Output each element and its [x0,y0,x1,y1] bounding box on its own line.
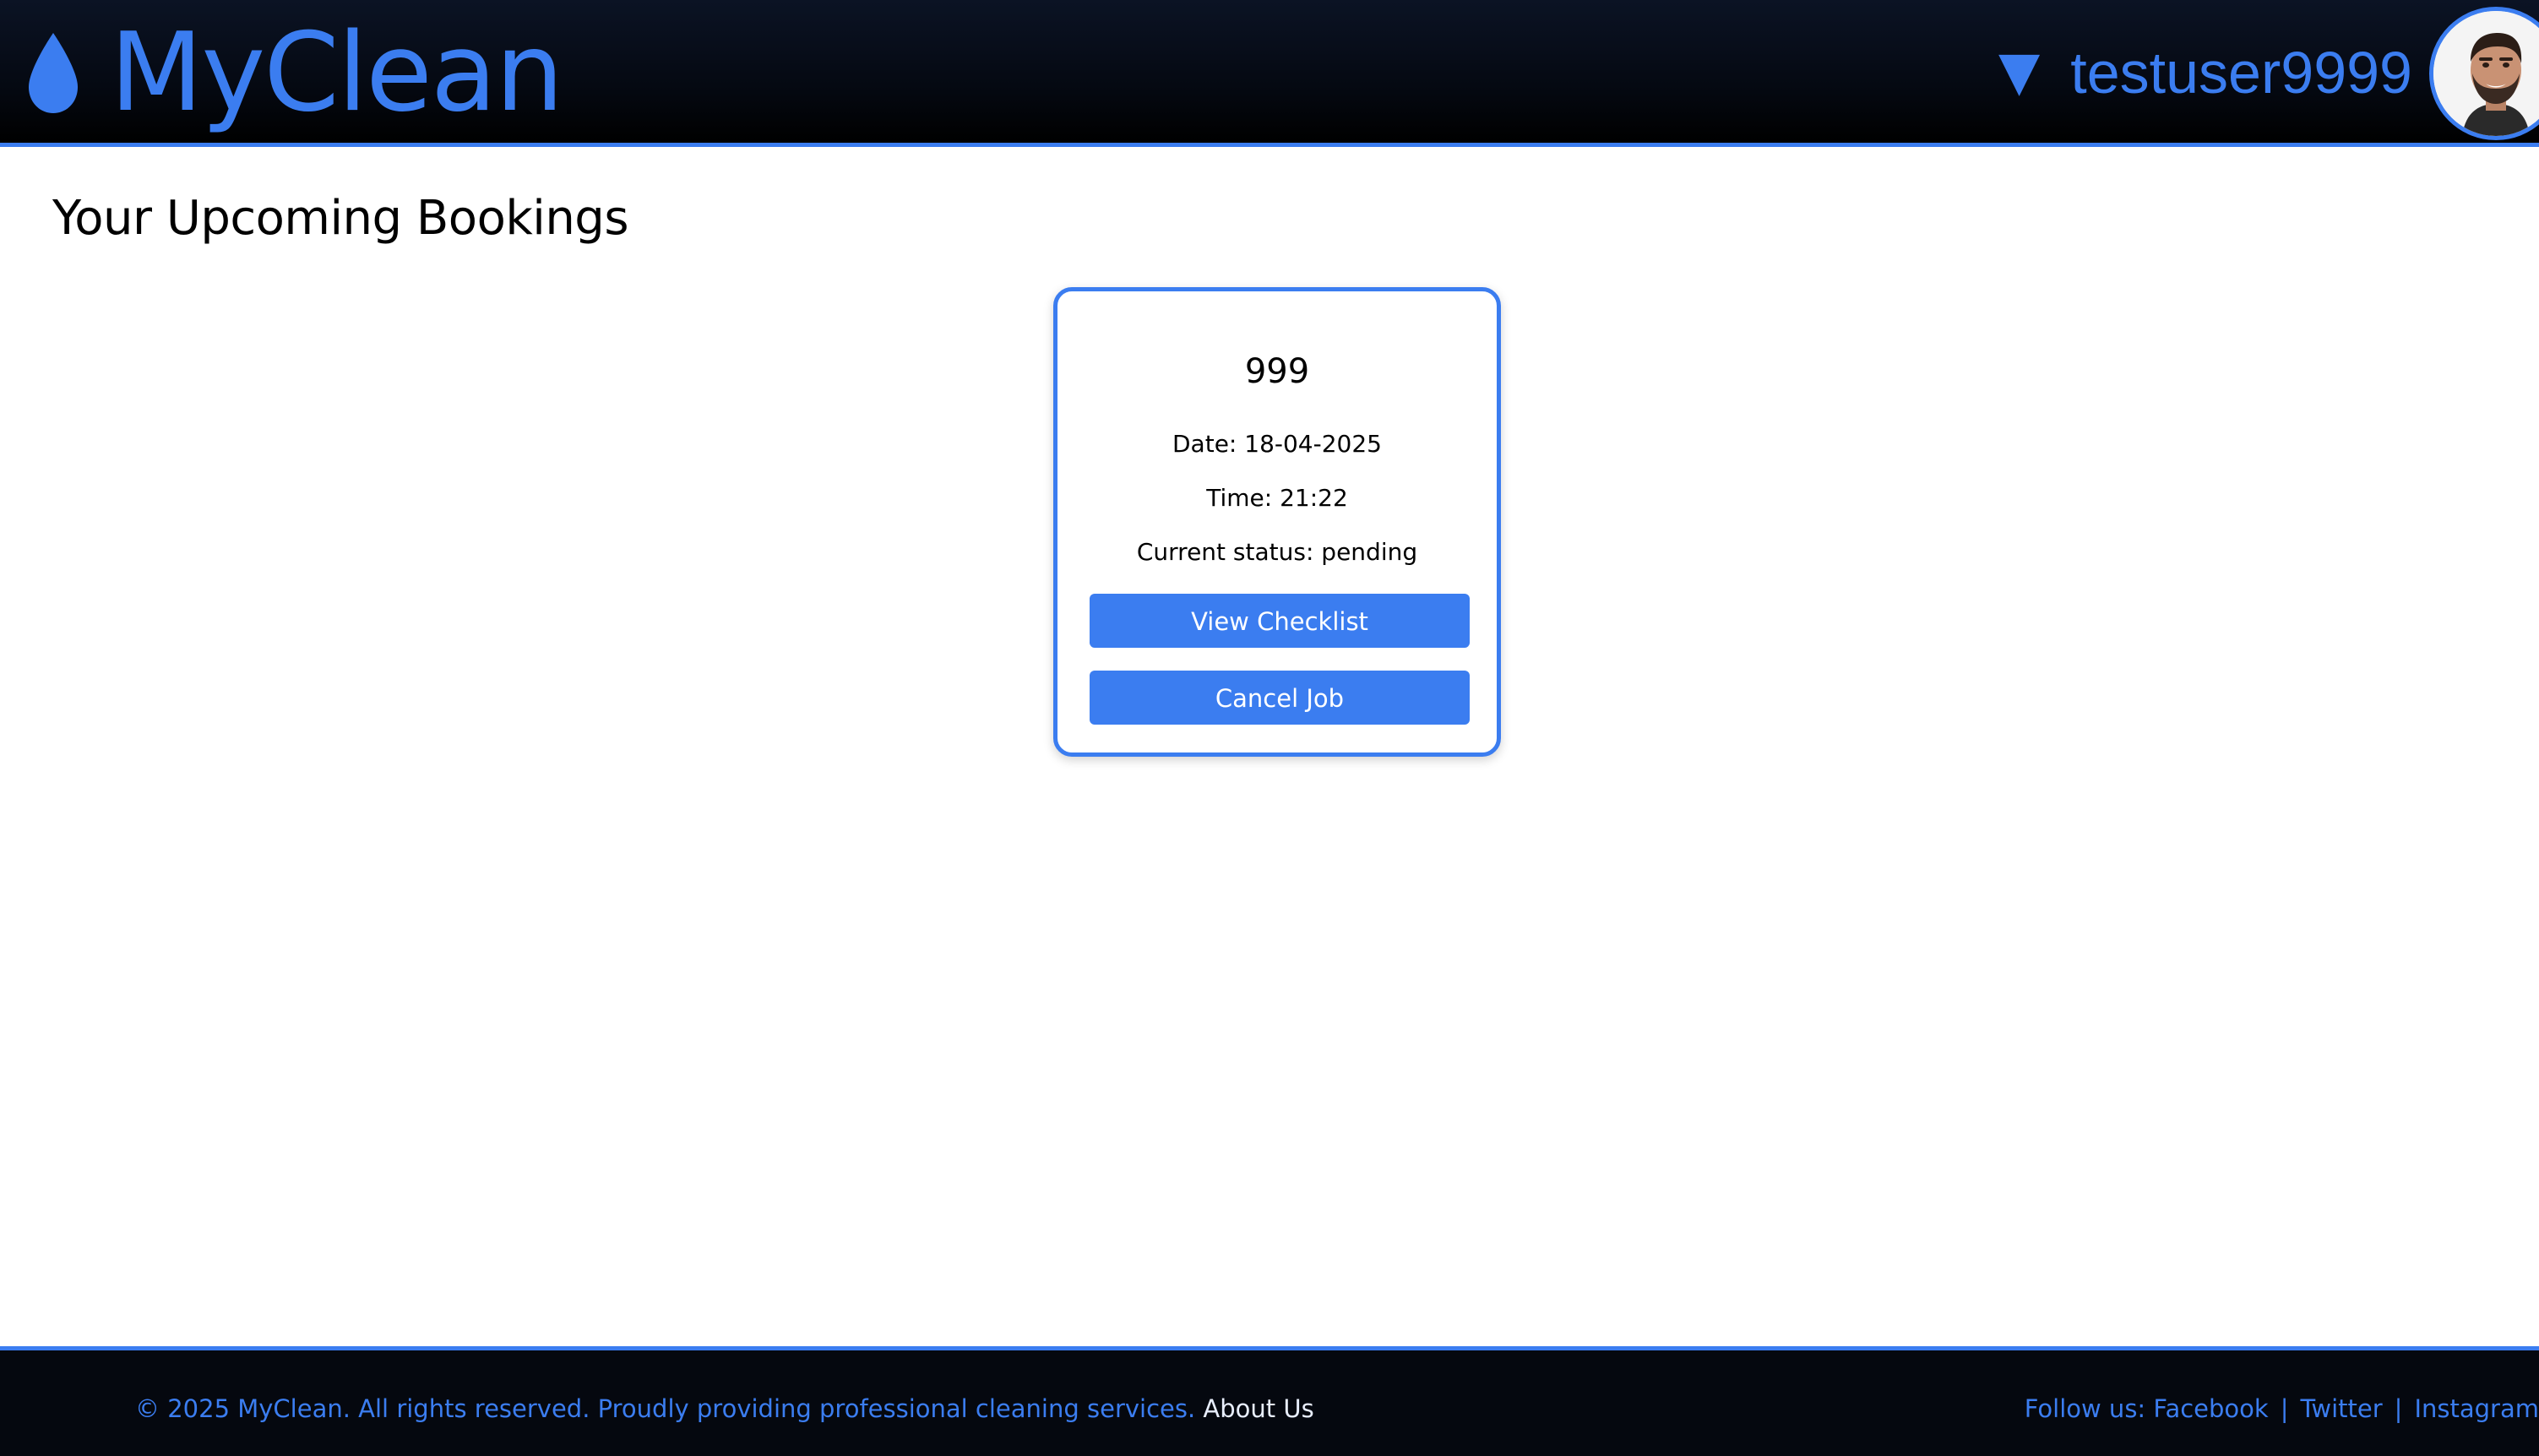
user-avatar-image [2433,11,2539,136]
username[interactable]: testuser9999 [2070,43,2412,102]
footer-social: Follow us: Facebook | Twitter | Instagram [2025,1394,2539,1423]
separator: | [2394,1394,2403,1423]
water-drop-icon [29,33,78,113]
page-title: Your Upcoming Bookings [52,190,629,246]
top-navbar: MyClean ▼ testuser9999 [0,0,2539,147]
booking-date: Date: 18-04-2025 [1172,430,1382,458]
copyright-text: © 2025 MyClean. All rights reserved. Pro… [135,1394,1196,1423]
view-checklist-button[interactable]: View Checklist [1090,594,1470,648]
footer: © 2025 MyClean. All rights reserved. Pro… [0,1346,2539,1456]
booking-time: Time: 21:22 [1206,484,1348,512]
footer-copyright-block: © 2025 MyClean. All rights reserved. Pro… [135,1394,1314,1423]
user-menu[interactable]: ▼ testuser9999 [1998,0,2539,147]
follow-us-label: Follow us: [2024,1394,2146,1423]
avatar[interactable] [2429,7,2539,140]
separator: | [2280,1394,2289,1423]
logo-text: MyClean [110,10,563,136]
about-us-link[interactable]: About Us [1203,1394,1313,1423]
twitter-link[interactable]: Twitter [2300,1394,2382,1423]
booking-status: Current status: pending [1136,538,1418,566]
booking-card: 999 Date: 18-04-2025 Time: 21:22 Current… [1053,287,1501,757]
logo[interactable]: MyClean [25,2,563,145]
page: MyClean ▼ testuser9999 Your Upcoming Boo… [0,0,2539,1456]
instagram-link[interactable]: Instagram [2414,1394,2539,1423]
facebook-link[interactable]: Facebook [2153,1394,2268,1423]
caret-down-icon[interactable]: ▼ [1998,45,2040,99]
booking-id: 999 [1244,352,1310,391]
cancel-job-button[interactable]: Cancel Job [1090,671,1470,725]
